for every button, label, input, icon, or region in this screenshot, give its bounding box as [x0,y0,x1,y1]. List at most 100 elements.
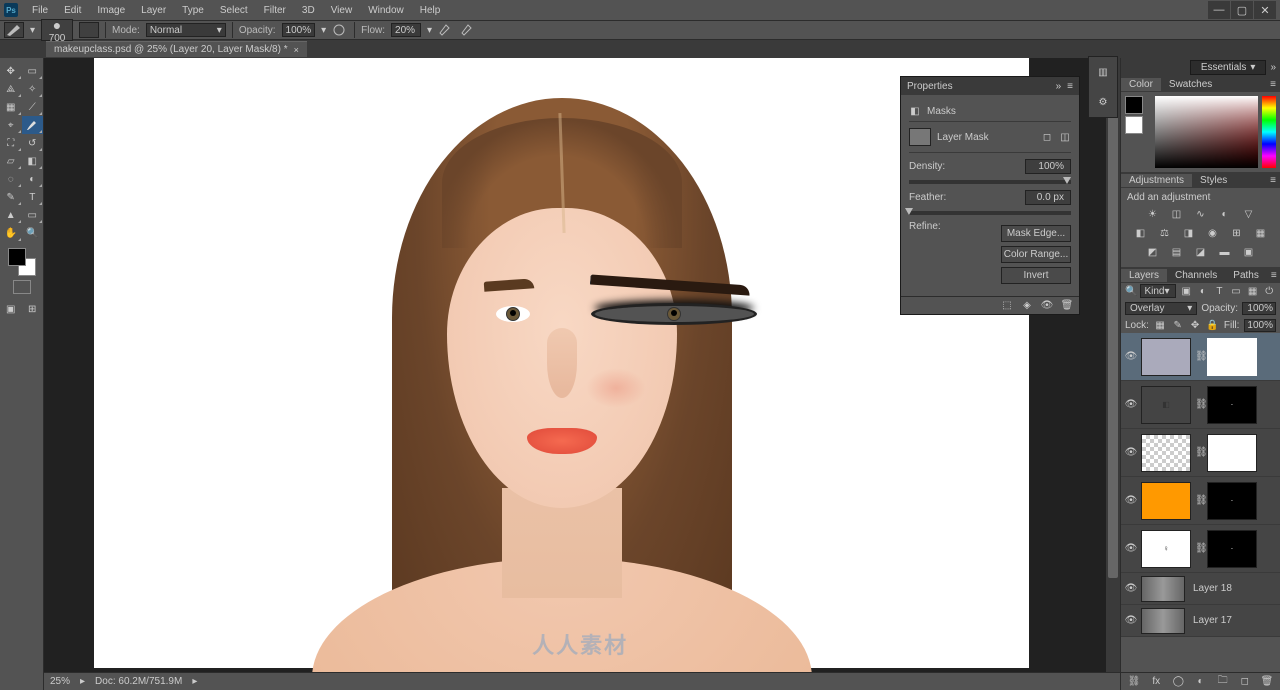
load-selection-icon[interactable]: ⬚ [1001,300,1013,312]
lasso-tool[interactable]: ⟁ [0,80,22,98]
zoom-tool[interactable]: 🔍 [22,224,44,242]
layer-name[interactable]: Layer 17 [1193,615,1232,626]
fg-color-chip[interactable] [1125,96,1143,114]
delete-layer-icon[interactable]: 🗑 [1260,674,1274,690]
filter-adjust-icon[interactable]: ◐ [1196,283,1210,299]
history-panel-icon[interactable]: ▥ [1094,63,1112,81]
doc-size-status[interactable]: Doc: 60.2M/751.9M [95,676,182,687]
rectangular-marquee-tool[interactable]: ▭ [22,62,44,80]
airbrush-icon[interactable] [438,23,454,37]
add-mask-icon[interactable]: ◯ [1171,674,1185,690]
hand-tool[interactable]: ✋ [0,224,22,242]
chevron-down-icon[interactable]: ▾ [427,25,432,36]
color-swatch[interactable] [8,248,36,276]
bg-color-chip[interactable] [1125,116,1143,134]
lock-all-icon[interactable]: 🔒 [1206,317,1218,333]
collapse-panel-icon[interactable]: » [1056,81,1062,92]
layer-mask-thumbnail[interactable] [1207,434,1257,472]
document-canvas[interactable]: 人人素材 [94,58,1029,668]
menu-layer[interactable]: Layer [133,3,174,18]
tab-channels[interactable]: Channels [1167,269,1225,282]
feather-slider[interactable] [909,211,1071,215]
menu-help[interactable]: Help [412,3,449,18]
path-selection-tool[interactable]: ▲ [0,206,22,224]
foreground-color-swatch[interactable] [8,248,26,266]
menu-image[interactable]: Image [89,3,133,18]
selective-color-icon[interactable]: ▣ [1240,244,1258,260]
posterize-icon[interactable]: ▤ [1168,244,1186,260]
brightness-contrast-icon[interactable]: ☀ [1144,206,1162,222]
document-tab[interactable]: makeupclass.psd @ 25% (Layer 20, Layer M… [46,41,307,57]
rectangle-tool[interactable]: ▭ [22,206,44,224]
lock-position-icon[interactable]: ✥ [1189,317,1201,333]
link-icon[interactable]: ⛓ [1195,351,1203,362]
clone-stamp-tool[interactable]: ⛶ [0,134,22,152]
layer-thumbnail[interactable] [1141,576,1185,602]
quick-mask-toggle[interactable] [13,280,31,294]
layer-row[interactable]: 👁 ⛓ [1121,429,1280,477]
menu-view[interactable]: View [323,3,361,18]
delete-mask-icon[interactable]: 🗑 [1061,300,1073,312]
levels-icon[interactable]: ◫ [1168,206,1186,222]
density-slider[interactable] [909,180,1071,184]
layer-mask-thumbnail[interactable]: · [1207,530,1257,568]
magic-wand-tool[interactable]: ✧ [22,80,44,98]
blur-tool[interactable]: ◌ [0,170,22,188]
flow-input[interactable]: 20% [391,23,421,37]
apply-mask-icon[interactable]: ◈ [1021,300,1033,312]
menu-edit[interactable]: Edit [56,3,89,18]
exposure-icon[interactable]: ◐ [1216,206,1234,222]
zoom-menu-icon[interactable]: ▸ [80,676,85,687]
layer-mask-thumbnail[interactable]: · [1207,482,1257,520]
layer-style-icon[interactable]: fx [1149,674,1163,690]
menu-file[interactable]: File [24,3,56,18]
history-brush-tool[interactable]: ↺ [22,134,44,152]
channel-mixer-icon[interactable]: ⊞ [1228,225,1246,241]
menu-window[interactable]: Window [360,3,412,18]
layer-list[interactable]: 👁 ⛓ 👁 ◧ ⛓ · 👁 ⛓ 👁 [1121,333,1280,672]
layers-panel-menu-icon[interactable]: ≡ [1267,270,1280,281]
window-close[interactable]: ✕ [1254,1,1276,19]
visibility-toggle-icon[interactable]: 👁 [1125,543,1137,555]
visibility-toggle-icon[interactable]: 👁 [1125,615,1137,627]
filter-pixel-icon[interactable]: ▣ [1179,283,1193,299]
crop-tool[interactable]: ▦ [0,98,22,116]
layer-row[interactable]: 👁 Layer 17 [1121,605,1280,637]
vector-mask-mode-icon[interactable]: ◫ [1059,131,1071,143]
visibility-toggle-icon[interactable]: 👁 [1125,351,1137,363]
link-icon[interactable]: ⛓ [1195,543,1203,554]
healing-brush-tool[interactable]: ⌖ [0,116,22,134]
filter-smart-icon[interactable]: ▦ [1246,283,1260,299]
tab-paths[interactable]: Paths [1225,269,1267,282]
change-screen-mode[interactable]: ⊞ [22,300,44,318]
density-value[interactable]: 100% [1025,159,1071,174]
panel-menu-icon[interactable]: ≡ [1067,81,1073,92]
tablet-pressure-size-icon[interactable] [460,23,476,37]
window-minimize[interactable]: — [1208,1,1230,19]
move-tool[interactable]: ✥ [0,62,22,80]
blend-mode-select[interactable]: Normal▾ [146,23,226,37]
tablet-pressure-opacity-icon[interactable] [332,23,348,37]
color-field[interactable] [1155,96,1258,168]
workspace-selector[interactable]: Essentials▾ [1190,60,1267,75]
filter-type-icon[interactable]: T [1213,283,1227,299]
layer-row[interactable]: 👁 Layer 18 [1121,573,1280,605]
new-adjustment-layer-icon[interactable]: ◐ [1193,674,1207,690]
invert-icon[interactable]: ◩ [1144,244,1162,260]
lock-pixels-icon[interactable]: ✎ [1171,317,1183,333]
menu-filter[interactable]: Filter [256,3,294,18]
opacity-input[interactable]: 100% [282,23,316,37]
filter-shape-icon[interactable]: ▭ [1229,283,1243,299]
color-range-button[interactable]: Color Range... [1001,246,1071,263]
brush-tool[interactable] [22,116,44,134]
brush-panel-toggle-icon[interactable] [79,22,99,38]
tab-swatches[interactable]: Swatches [1161,78,1220,91]
current-tool-icon[interactable] [4,22,24,38]
layer-fill-input[interactable]: 100% [1244,319,1276,332]
workspace-menu-icon[interactable]: » [1270,62,1276,73]
filter-kind-icon[interactable]: 🔍 [1125,286,1137,297]
dodge-tool[interactable]: ◐ [22,170,44,188]
close-tab-icon[interactable]: × [294,45,299,55]
chevron-down-icon[interactable]: ▾ [321,25,326,36]
layer-thumbnail[interactable]: ♀ [1141,530,1191,568]
